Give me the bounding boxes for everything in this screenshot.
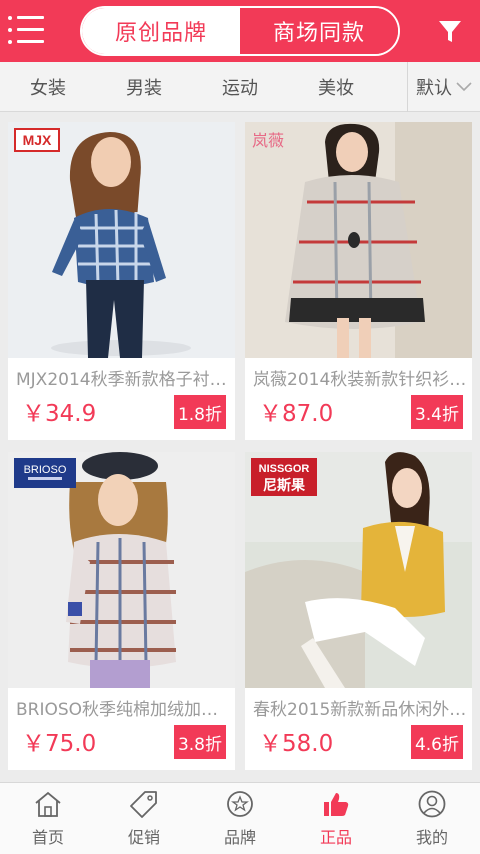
category-bar: 女装 男装 运动 美妆 默认 <box>0 62 480 112</box>
category-women[interactable]: 女装 <box>0 62 96 112</box>
product-image: BRIOSO <box>8 452 235 688</box>
product-price: ￥34.9 <box>22 401 97 427</box>
discount-badge: 3.4折 <box>410 395 463 429</box>
menu-icon-bar <box>17 28 44 31</box>
product-price: ￥58.0 <box>259 731 334 757</box>
chevron-down-icon <box>456 82 472 92</box>
product-price: ￥75.0 <box>22 731 97 757</box>
menu-icon-bar <box>17 40 44 43</box>
nav-label: 品牌 <box>223 827 256 847</box>
product-image: 岚薇 <box>245 122 472 358</box>
home-icon <box>35 791 61 817</box>
product-card[interactable]: NISSGOR 尼斯果 春秋2015新款新品休闲外… ￥58.0 4.6折 <box>245 452 472 770</box>
brand-logo: 岚薇 <box>251 128 295 152</box>
nav-label: 正品 <box>319 827 352 847</box>
nav-promotions[interactable]: 促销 <box>96 783 192 854</box>
top-header: 原创品牌 商场同款 <box>0 0 480 62</box>
nav-label: 首页 <box>31 827 64 847</box>
bottom-navigation: 首页 促销 品牌 正品 我的 <box>0 782 480 854</box>
tab-mall-same-style[interactable]: 商场同款 <box>240 8 398 54</box>
product-image: MJX <box>8 122 235 358</box>
user-icon <box>418 790 446 817</box>
menu-icon-dot <box>8 28 12 32</box>
nav-home[interactable]: 首页 <box>0 783 96 854</box>
sort-dropdown[interactable]: 默认 <box>407 62 480 112</box>
nav-label: 促销 <box>127 827 160 847</box>
segmented-control: 原创品牌 商场同款 <box>80 6 400 56</box>
product-title: MJX2014秋季新款格子衬… <box>16 370 227 390</box>
brand-logo: BRIOSO <box>14 458 76 488</box>
nav-label: 我的 <box>415 827 448 847</box>
product-title: 春秋2015新款新品休闲外… <box>253 700 467 720</box>
svg-text:BRIOSO: BRIOSO <box>24 464 67 476</box>
category-sports[interactable]: 运动 <box>192 62 288 112</box>
menu-icon <box>8 16 12 20</box>
menu-button[interactable] <box>8 13 44 47</box>
product-card[interactable]: BRIOSO BRIOSO秋季纯棉加绒加… ￥75.0 3.8折 <box>8 452 235 770</box>
product-image: NISSGOR 尼斯果 <box>245 452 472 688</box>
svg-text:岚薇: 岚薇 <box>252 131 284 150</box>
filter-icon <box>439 21 461 42</box>
nav-profile[interactable]: 我的 <box>384 783 480 854</box>
svg-text:MJX: MJX <box>23 132 52 148</box>
product-card[interactable]: 岚薇 岚薇2014秋装新款针织衫… ￥87.0 3.4折 <box>245 122 472 440</box>
nav-authentic[interactable]: 正品 <box>288 783 384 854</box>
filter-button[interactable] <box>436 16 464 46</box>
svg-text:NISSGOR: NISSGOR <box>259 463 310 475</box>
discount-badge: 1.8折 <box>173 395 226 429</box>
product-card[interactable]: MJX MJX2014秋季新款格子衬… ￥34.9 1.8折 <box>8 122 235 440</box>
product-price: ￥87.0 <box>259 401 334 427</box>
svg-text:尼斯果: 尼斯果 <box>263 477 306 494</box>
sort-label: 默认 <box>416 78 452 99</box>
tab-original-brand[interactable]: 原创品牌 <box>82 8 240 54</box>
brand-logo: NISSGOR 尼斯果 <box>251 458 317 496</box>
category-men[interactable]: 男装 <box>96 62 192 112</box>
menu-icon-bar <box>17 16 44 19</box>
discount-badge: 3.8折 <box>173 725 226 759</box>
product-title: 岚薇2014秋装新款针织衫… <box>253 370 467 390</box>
category-beauty[interactable]: 美妆 <box>288 62 384 112</box>
product-title: BRIOSO秋季纯棉加绒加… <box>16 700 219 720</box>
thumbs-up-icon <box>324 792 349 816</box>
menu-icon-dot <box>8 40 12 44</box>
brand-logo: MJX <box>14 128 60 152</box>
tag-icon <box>130 790 157 818</box>
discount-badge: 4.6折 <box>410 725 463 759</box>
star-badge-icon <box>227 790 253 817</box>
nav-brands[interactable]: 品牌 <box>192 783 288 854</box>
